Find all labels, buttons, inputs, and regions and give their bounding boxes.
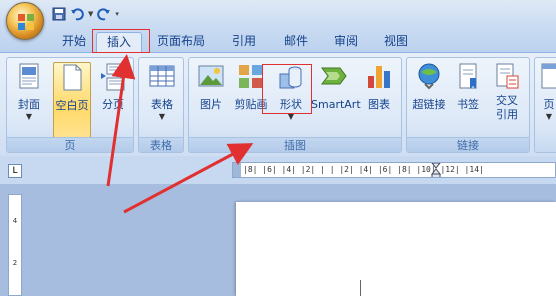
tab-page-layout[interactable]: 页面布局 [150, 32, 212, 52]
tab-mailings[interactable]: 邮件 [278, 32, 314, 52]
table-group-label: 表格 [139, 137, 183, 152]
cover-page-icon [19, 63, 39, 89]
blank-page-button[interactable]: 空白页 [53, 62, 91, 138]
ruler-ticks: |8| |6| |4| |2| | | |2| |4| |6| |8| |10|… [243, 165, 484, 174]
smartart-button[interactable]: SmartArt [311, 62, 361, 112]
quick-access-toolbar: ▼ ▾ [52, 6, 119, 22]
blank-page-icon [63, 64, 82, 91]
header-label: 页 [543, 98, 555, 111]
cross-reference-icon [496, 63, 519, 89]
office-logo-icon [18, 14, 34, 30]
insert-tab-highlight [92, 29, 150, 53]
indent-marker-icon[interactable] [431, 163, 441, 178]
cross-reference-button[interactable]: 交叉 引用 [489, 62, 525, 122]
ruler-margin-shade [233, 163, 241, 177]
cross-reference-label: 交叉 引用 [496, 94, 518, 121]
links-group: 超链接 书签 交叉 引用 链接 [406, 57, 530, 153]
undo-icon[interactable] [70, 7, 84, 21]
bookmark-icon [459, 63, 477, 89]
tab-references[interactable]: 引用 [226, 32, 262, 52]
smartart-icon [321, 67, 347, 85]
clip-art-icon [239, 65, 262, 88]
table-group: 表格 ▼ 表格 [138, 57, 184, 153]
tab-selector[interactable]: L [8, 164, 22, 178]
horizontal-ruler[interactable]: |8| |6| |4| |2| | | |2| |4| |6| |8| |10|… [232, 162, 556, 178]
picture-button[interactable]: 图片 [193, 62, 229, 112]
hyperlink-label: 超链接 [412, 98, 446, 111]
chart-icon [368, 66, 390, 88]
undo-dropdown-icon[interactable]: ▼ [88, 10, 93, 18]
ribbon-tabs: 开始 插入 页面布局 引用 邮件 审阅 视图 [0, 28, 556, 52]
cover-page-dropdown-icon: ▼ [25, 112, 33, 121]
page-break-icon [101, 63, 125, 91]
header-dropdown-icon: ▼ [545, 112, 553, 121]
redo-icon[interactable] [97, 7, 111, 21]
table-dropdown-icon: ▼ [158, 112, 166, 121]
save-icon[interactable] [52, 7, 66, 21]
vertical-ruler[interactable]: 4 2 [8, 194, 22, 296]
text-cursor [360, 280, 361, 296]
table-button[interactable]: 表格 ▼ [143, 62, 181, 122]
page-break-button[interactable]: 分页 [95, 62, 131, 112]
illustrations-group-label: 插图 [189, 137, 401, 152]
bookmark-label: 书签 [457, 98, 479, 111]
office-button[interactable] [6, 2, 44, 40]
document-page[interactable] [236, 202, 556, 296]
hyperlink-icon [418, 63, 440, 90]
page-group: 封面 ▼ 空白页 分页 页 [6, 57, 134, 153]
ruler-row: L |8| |6| |4| |2| | | |2| |4| |6| |8| |1… [0, 156, 556, 184]
vruler-label-2: 2 [12, 259, 18, 267]
blank-page-label: 空白页 [55, 99, 89, 112]
chart-label: 图表 [368, 98, 390, 111]
page-group-label: 页 [7, 137, 133, 152]
document-area: 4 2 [0, 184, 556, 296]
title-bar: ▼ ▾ [0, 0, 556, 40]
tab-view[interactable]: 视图 [378, 32, 414, 52]
picture-label: 图片 [200, 98, 222, 111]
customize-qat-icon[interactable]: ▾ [115, 10, 119, 18]
header-button[interactable]: 页 ▼ [537, 62, 556, 122]
cover-page-button[interactable]: 封面 ▼ [11, 62, 47, 122]
bookmark-button[interactable]: 书签 [451, 62, 485, 112]
hyperlink-button[interactable]: 超链接 [409, 62, 449, 112]
tab-review[interactable]: 审阅 [328, 32, 364, 52]
smartart-label: SmartArt [311, 98, 361, 111]
header-footer-group: 页 ▼ [534, 57, 556, 153]
links-group-label: 链接 [407, 137, 529, 152]
header-icon [541, 63, 556, 89]
vruler-label-4: 4 [12, 217, 18, 225]
table-label: 表格 [151, 98, 173, 111]
chart-button[interactable]: 图表 [361, 62, 397, 112]
table-icon [149, 65, 175, 87]
tab-home[interactable]: 开始 [56, 32, 92, 52]
cover-page-label: 封面 [18, 98, 40, 111]
page-break-label: 分页 [102, 98, 124, 111]
shapes-highlight [262, 64, 312, 114]
picture-icon [198, 65, 224, 87]
